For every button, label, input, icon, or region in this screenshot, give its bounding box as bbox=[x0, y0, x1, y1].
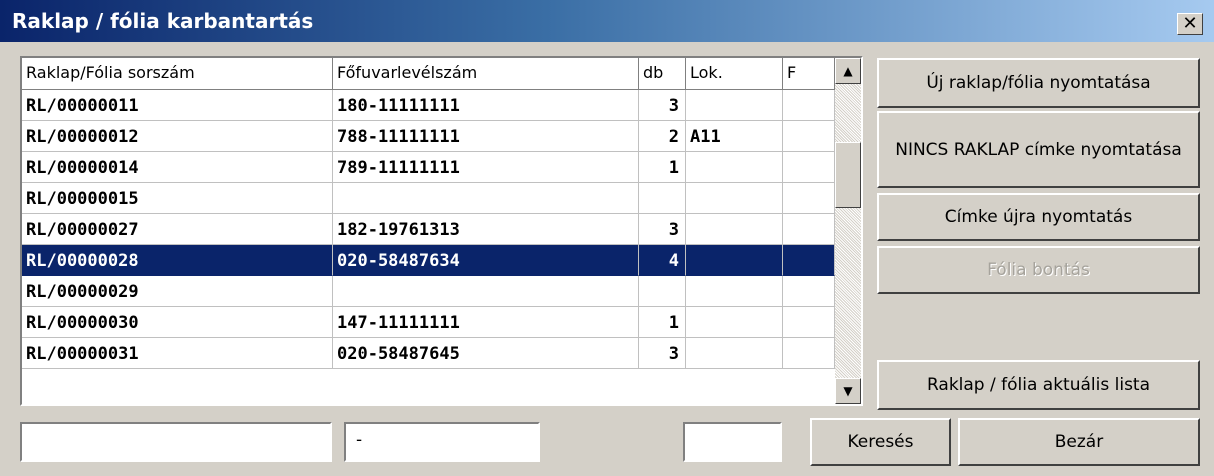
cell-db: 3 bbox=[639, 338, 686, 369]
cell-f bbox=[783, 121, 835, 152]
column-header-db[interactable]: db bbox=[639, 58, 686, 90]
cell-lok bbox=[686, 245, 783, 276]
scroll-thumb[interactable] bbox=[835, 142, 861, 208]
new-pallet-print-button[interactable]: Új raklap/fólia nyomtatása bbox=[877, 58, 1200, 108]
cell-f bbox=[783, 276, 835, 307]
cell-f bbox=[783, 90, 835, 121]
table-row[interactable]: RL/00000015 bbox=[22, 183, 835, 214]
cell-f bbox=[783, 183, 835, 214]
cell-sorszam: RL/00000029 bbox=[22, 276, 333, 307]
title-bar: Raklap / fólia karbantartás ✕ bbox=[0, 0, 1214, 42]
fofuvarlevelszam-filter-input[interactable]: - bbox=[344, 422, 540, 462]
cell-db bbox=[639, 183, 686, 214]
table-row[interactable]: RL/00000027 182-19761313 3 bbox=[22, 214, 835, 245]
cell-fofuvarlevelszam bbox=[333, 183, 639, 214]
column-header-sorszam[interactable]: Raklap/Fólia sorszám bbox=[22, 58, 333, 90]
cell-lok bbox=[686, 183, 783, 214]
cell-lok bbox=[686, 214, 783, 245]
scroll-up-arrow-icon[interactable]: ▲ bbox=[835, 58, 861, 84]
cell-db: 3 bbox=[639, 214, 686, 245]
column-header-lok[interactable]: Lok. bbox=[686, 58, 783, 90]
table-row[interactable]: RL/00000011 180-11111111 3 bbox=[22, 90, 835, 121]
cell-fofuvarlevelszam: 788-11111111 bbox=[333, 121, 639, 152]
search-button[interactable]: Keresés bbox=[810, 418, 951, 466]
column-header-f[interactable]: F bbox=[783, 58, 835, 90]
cell-db: 3 bbox=[639, 90, 686, 121]
cell-fofuvarlevelszam: 020-58487645 bbox=[333, 338, 639, 369]
cell-fofuvarlevelszam bbox=[333, 276, 639, 307]
vertical-scrollbar[interactable]: ▲ ▼ bbox=[835, 58, 861, 404]
cell-f bbox=[783, 214, 835, 245]
cell-lok bbox=[686, 90, 783, 121]
cell-lok bbox=[686, 307, 783, 338]
cell-fofuvarlevelszam: 789-11111111 bbox=[333, 152, 639, 183]
cell-db bbox=[639, 276, 686, 307]
cell-f bbox=[783, 338, 835, 369]
cell-sorszam: RL/00000027 bbox=[22, 214, 333, 245]
cell-lok bbox=[686, 338, 783, 369]
cell-f bbox=[783, 245, 835, 276]
table-row[interactable]: RL/00000012 788-11111111 2 A11 bbox=[22, 121, 835, 152]
cell-lok: A11 bbox=[686, 121, 783, 152]
table-row[interactable]: RL/00000028 020-58487634 4 bbox=[22, 245, 835, 276]
grid-body: Raklap/Fólia sorszám Főfuvarlevélszám db… bbox=[22, 58, 835, 404]
window-title: Raklap / fólia karbantartás bbox=[12, 9, 314, 33]
current-list-button[interactable]: Raklap / fólia aktuális lista bbox=[877, 360, 1200, 410]
cell-fofuvarlevelszam: 180-11111111 bbox=[333, 90, 639, 121]
cell-sorszam: RL/00000014 bbox=[22, 152, 333, 183]
close-button[interactable]: Bezár bbox=[958, 418, 1200, 466]
db-filter-input[interactable] bbox=[683, 422, 782, 462]
table-row[interactable]: RL/00000030 147-11111111 1 bbox=[22, 307, 835, 338]
label-reprint-button[interactable]: Címke újra nyomtatás bbox=[877, 193, 1200, 241]
cell-sorszam: RL/00000030 bbox=[22, 307, 333, 338]
cell-fofuvarlevelszam: 020-58487634 bbox=[333, 245, 639, 276]
cell-sorszam: RL/00000015 bbox=[22, 183, 333, 214]
table-row[interactable]: RL/00000029 bbox=[22, 276, 835, 307]
sorszam-filter-input[interactable] bbox=[20, 422, 332, 462]
cell-db: 4 bbox=[639, 245, 686, 276]
close-icon[interactable]: ✕ bbox=[1177, 13, 1203, 35]
cell-db: 2 bbox=[639, 121, 686, 152]
cell-sorszam: RL/00000011 bbox=[22, 90, 333, 121]
table-row[interactable]: RL/00000014 789-11111111 1 bbox=[22, 152, 835, 183]
cell-lok bbox=[686, 152, 783, 183]
no-pallet-label-print-button[interactable]: NINCS RAKLAP címke nyomtatása bbox=[877, 111, 1200, 188]
cell-f bbox=[783, 307, 835, 338]
cell-fofuvarlevelszam: 182-19761313 bbox=[333, 214, 639, 245]
foil-split-button[interactable]: Fólia bontás bbox=[877, 246, 1200, 294]
cell-fofuvarlevelszam: 147-11111111 bbox=[333, 307, 639, 338]
cell-sorszam: RL/00000031 bbox=[22, 338, 333, 369]
cell-sorszam: RL/00000012 bbox=[22, 121, 333, 152]
scroll-down-arrow-icon[interactable]: ▼ bbox=[835, 378, 861, 404]
cell-db: 1 bbox=[639, 307, 686, 338]
cell-f bbox=[783, 152, 835, 183]
pallet-grid[interactable]: Raklap/Fólia sorszám Főfuvarlevélszám db… bbox=[20, 56, 863, 406]
table-row[interactable]: RL/00000031 020-58487645 3 bbox=[22, 338, 835, 369]
cell-sorszam: RL/00000028 bbox=[22, 245, 333, 276]
cell-lok bbox=[686, 276, 783, 307]
column-header-fofuvarlevelszam[interactable]: Főfuvarlevélszám bbox=[333, 58, 639, 90]
cell-db: 1 bbox=[639, 152, 686, 183]
